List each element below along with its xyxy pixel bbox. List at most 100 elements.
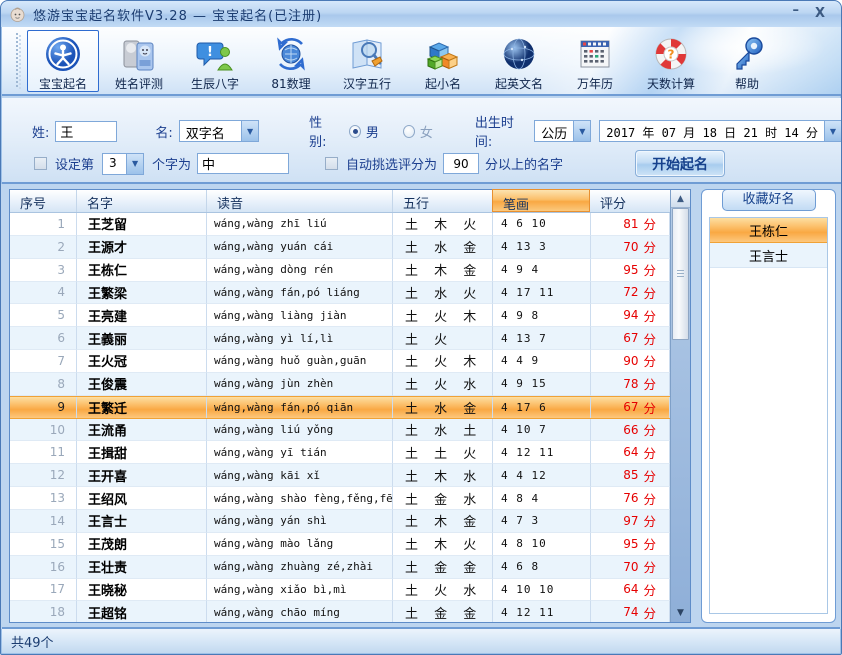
table-row[interactable]: 3王栋仁wáng,wàng dòng rén土 木 金4 9 495分 [10,259,670,282]
toolbar-item-4[interactable]: 81数理 [255,30,327,92]
toolbar-grip[interactable] [16,33,21,89]
toolbar-item-6[interactable]: 起小名 [407,30,479,92]
table-cell: 4 8 4 [493,487,591,510]
table-cell: 5 [10,304,77,327]
toolbar-item-1[interactable]: 宝宝起名 [27,30,99,92]
table-cell: 王言士 [77,510,207,533]
table-cell: 王芝留 [77,213,207,236]
table-cell: 土 水 金 [393,236,493,259]
column-header-3[interactable]: 读音 [207,190,393,212]
close-button[interactable]: X [815,9,825,19]
table-row[interactable]: 6王義丽wáng,wàng yì lí,lì土 火4 13 767分 [10,327,670,350]
toolbar-item-label: 生辰八字 [191,75,239,92]
favorite-name-item[interactable]: 王栋仁 [710,218,827,243]
chevron-down-icon[interactable]: ▼ [241,121,258,141]
surname-input[interactable] [55,121,117,142]
table-cell: 土 金 水 [393,487,493,510]
table-cell: 土 土 火 [393,441,493,464]
set-char-label-suffix: 个字为 [152,154,191,173]
birth-bazi-icon: ! [196,35,234,73]
column-header-2[interactable]: 名字 [77,190,207,212]
table-row[interactable]: 2王源才wáng,wàng yuán cái土 水 金4 13 370分 [10,236,670,259]
female-radio[interactable] [403,125,415,138]
male-radio[interactable] [349,125,361,138]
chevron-down-icon[interactable]: ▼ [573,121,590,141]
toolbar-item-2[interactable]: 姓名评测 [103,30,175,92]
table-cell: 土 水 火 [393,282,493,305]
table-row[interactable]: 5王亮建wáng,wàng liàng jiàn土 火 木4 9 894分 [10,304,670,327]
table-cell: 1 [10,213,77,236]
scroll-up-icon[interactable]: ▲ [671,190,690,208]
auto-pick-checkbox[interactable] [325,157,338,170]
nickname-icon [424,35,462,73]
chevron-down-icon[interactable]: ▼ [824,121,841,141]
score-cell: 67分 [591,397,670,418]
toolbar: 宝宝起名姓名评测! 生辰八字 81数理汉字五行起小名起英文名万年历 ?天数计算帮助 [2,27,842,96]
table-row[interactable]: 8王俊震wáng,wàng jùn zhèn土 火 水4 9 1578分 [10,373,670,396]
hanzi-wuxing-icon [348,35,386,73]
char-position-dropdown[interactable]: 3 ▼ [102,153,144,175]
toolbar-item-label: 汉字五行 [343,75,391,92]
table-cell: 王繁梁 [77,282,207,305]
table-row[interactable]: 12王开喜wáng,wàng kāi xǐ土 木 水4 4 1285分 [10,464,670,487]
table-cell: 土 木 水 [393,464,493,487]
table-row[interactable]: 11王揖甜wáng,wàng yī tián土 土 火4 12 1164分 [10,441,670,464]
table-cell: wáng,wàng zhuàng zé,zhài [207,556,393,579]
total-count-text: 共49个 [11,632,54,651]
table-row[interactable]: 4王繁梁wáng,wàng fán,pó liáng土 水 火4 17 1172… [10,282,670,305]
score-cell: 66分 [591,419,670,442]
column-header-4[interactable]: 五行 [393,190,493,212]
toolbar-item-label: 万年历 [577,75,613,92]
table-cell: 13 [10,487,77,510]
calendar-type-dropdown[interactable]: 公历 ▼ [534,120,591,142]
start-naming-button[interactable]: 开始起名 [635,150,725,177]
favorite-name-item[interactable]: 王言士 [710,243,827,268]
svg-text:!: ! [207,45,213,60]
minimize-button[interactable]: – [792,6,799,16]
table-row[interactable]: 13王绍风wáng,wàng shào fèng,fěng,fēng土 金 水4… [10,487,670,510]
name-test-icon [120,35,158,73]
table-row[interactable]: 14王言士wáng,wàng yán shì土 木 金4 7 397分 [10,510,670,533]
table-cell: 10 [10,419,77,442]
table-cell: 4 12 11 [493,441,591,464]
table-row[interactable]: 1王芝留wáng,wàng zhī liú土 木 火4 6 1081分 [10,213,670,236]
table-cell: 土 火 木 [393,350,493,373]
given-type-dropdown[interactable]: 双字名 ▼ [179,120,259,142]
toolbar-item-9[interactable]: ?天数计算 [635,30,707,92]
vertical-scrollbar[interactable]: ▲ ▼ [670,190,690,622]
toolbar-item-7[interactable]: 起英文名 [483,30,555,92]
table-cell: 王俊震 [77,373,207,396]
table-row[interactable]: 16王壮责wáng,wàng zhuàng zé,zhài土 金 金4 6 87… [10,556,670,579]
score-cell: 94分 [591,304,670,327]
birth-date-picker[interactable]: 2017 年 07 月 18 日 21 时 14 分 ▼ [599,120,842,142]
table-cell: 7 [10,350,77,373]
surname-label: 姓: [32,122,49,141]
score-cell: 70分 [591,556,670,579]
table-cell: 土 木 金 [393,259,493,282]
toolbar-item-label: 姓名评测 [115,75,163,92]
chevron-down-icon[interactable]: ▼ [126,154,143,174]
table-row[interactable]: 10王流甬wáng,wàng liú yǒng土 水 土4 10 766分 [10,419,670,442]
table-cell: 王揖甜 [77,441,207,464]
column-header-1[interactable]: 序号 [10,190,77,212]
table-row[interactable]: 15王茂朗wáng,wàng mào lǎng土 木 火4 8 1095分 [10,533,670,556]
scroll-down-icon[interactable]: ▼ [671,608,690,618]
toolbar-item-3[interactable]: ! 生辰八字 [179,30,251,92]
table-cell: wáng,wàng jùn zhèn [207,373,393,396]
table-cell: wáng,wàng yī tián [207,441,393,464]
toolbar-item-5[interactable]: 汉字五行 [331,30,403,92]
min-score-input[interactable] [443,153,479,174]
table-cell: 王超铭 [77,601,207,622]
table-row[interactable]: 9王繁迁wáng,wàng fán,pó qiān土 水 金4 17 667分 [10,396,670,419]
table-row[interactable]: 7王火冠wáng,wàng huǒ guàn,guān土 火 木4 4 990分 [10,350,670,373]
fixed-char-input[interactable] [197,153,289,174]
toolbar-item-10[interactable]: 帮助 [711,30,783,92]
table-cell: 4 4 12 [493,464,591,487]
table-row[interactable]: 18王超铭wáng,wàng chāo míng土 金 金4 12 1174分 [10,601,670,622]
table-row[interactable]: 17王晓秘wáng,wàng xiǎo bì,mì土 火 水4 10 1064分 [10,579,670,602]
scrollbar-thumb[interactable] [672,208,689,340]
score-cell: 76分 [591,487,670,510]
column-header-5[interactable]: 笔画 [492,189,590,212]
toolbar-item-8[interactable]: 万年历 [559,30,631,92]
set-char-checkbox[interactable] [34,157,47,170]
